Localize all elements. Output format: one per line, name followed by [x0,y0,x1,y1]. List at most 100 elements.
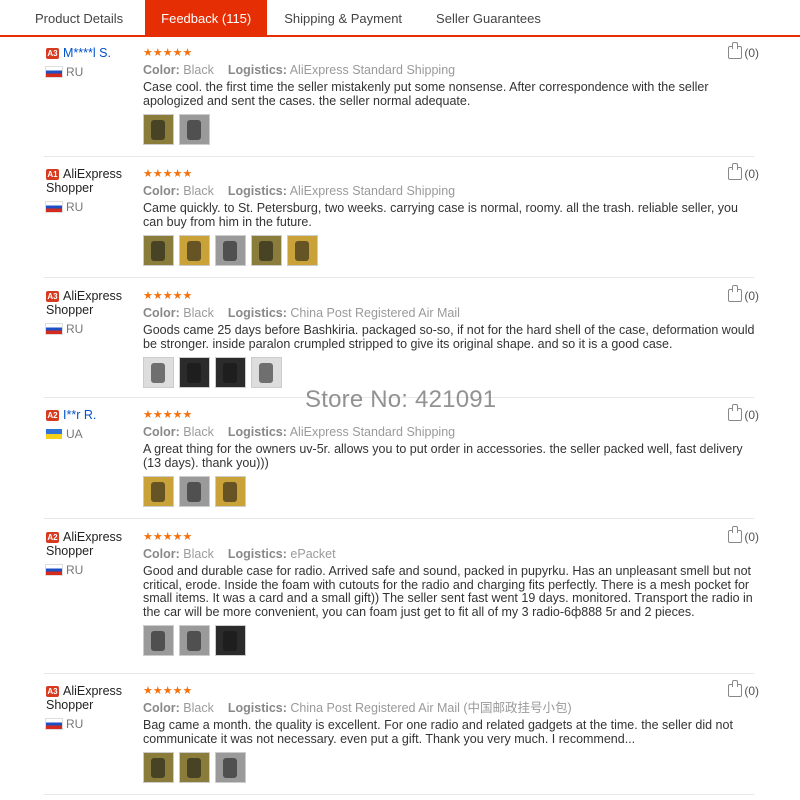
helpful-button[interactable]: (0) [728,526,759,544]
order-info: Color: Black Logistics: AliExpress Standa… [143,63,456,77]
review-photo[interactable] [143,752,174,784]
helpful-button[interactable]: (0) [728,163,759,181]
flag-icon [46,429,62,439]
reviewer-country: RU [46,717,138,731]
review-photo[interactable] [143,476,174,508]
level-badge: A3 [46,291,59,302]
review-text: A great thing for the owners uv-5r. allo… [143,442,743,470]
thumbs-up-icon [728,526,743,543]
tab-bar: Product Details Feedback (115) Shipping … [0,0,800,37]
reviewer-info: A3 AliExpress Shopper RU [46,684,138,731]
review-photo[interactable] [179,476,210,508]
review-text: Good and durable case for radio. Arrived… [143,564,753,619]
tab-shipping-payment[interactable]: Shipping & Payment [267,0,419,35]
reviewer-name[interactable]: A3 AliExpress Shopper [46,289,138,317]
flag-icon [46,324,62,334]
helpful-button[interactable]: (0) [728,285,759,303]
review-photos [143,476,755,508]
helpful-button[interactable]: (0) [728,42,759,60]
flag-icon [46,202,62,212]
review-body: ★★★★★ Color: Black Logistics: AliExpress … [143,408,755,508]
reviewer-info: A2 I**r R. UA [46,408,138,441]
review-photo[interactable] [143,357,174,389]
reviewer-country: RU [46,322,138,336]
review-photo[interactable] [287,235,318,267]
review-text: Case cool. the first time the seller mis… [143,80,709,108]
reviewer-info: A1 AliExpress Shopper RU [46,167,138,214]
level-badge: A2 [46,532,59,543]
tab-feedback[interactable]: Feedback (115) [145,0,268,37]
review-photos [143,625,755,657]
review-text: Goods came 25 days before Bashkiria. pac… [143,323,755,351]
review-photo[interactable] [215,625,246,657]
reviewer-country: RU [46,200,138,214]
level-badge: A1 [46,169,59,180]
review-photo[interactable] [143,235,174,267]
review-photo[interactable] [179,625,210,657]
thumbs-up-icon [728,42,743,59]
review-photos [143,752,755,784]
review-photos [143,235,755,267]
divider [44,794,754,795]
review-photo[interactable] [215,752,246,784]
reviewer-info: A3 AliExpress Shopper RU [46,289,138,336]
star-rating: ★★★★★ [143,531,193,543]
reviewer-info: A2 AliExpress Shopper RU [46,530,138,577]
reviewer-name[interactable]: A2 AliExpress Shopper [46,530,138,558]
level-badge: A2 [46,410,59,421]
review-photo[interactable] [215,235,246,267]
order-info: Color: Black Logistics: China Post Regist… [143,306,460,320]
thumbs-up-icon [728,285,743,302]
reviewer-country: RU [46,563,138,577]
divider [44,673,754,674]
review-photo[interactable] [215,476,246,508]
level-badge: A3 [46,686,59,697]
review-photo[interactable] [251,357,282,389]
helpful-button[interactable]: (0) [728,404,759,422]
order-info: Color: Black Logistics: AliExpress Standa… [143,425,456,439]
review-photos [143,357,755,389]
reviewer-info: A3 M****l S. RU [46,46,138,79]
divider [44,156,754,157]
order-info: Color: Black Logistics: ePacket [143,547,336,561]
review-photo[interactable] [215,357,246,389]
order-info: Color: Black Logistics: China Post Regist… [143,701,572,715]
review-photo[interactable] [179,357,210,389]
review-body: ★★★★★ Color: Black Logistics: AliExpress … [143,167,755,267]
level-badge: A3 [46,48,59,59]
thumbs-up-icon [728,680,743,697]
flag-icon [46,565,62,575]
store-watermark: Store No: 421091 [305,386,497,413]
helpful-button[interactable]: (0) [728,680,759,698]
review-photo[interactable] [179,752,210,784]
divider [44,277,754,278]
thumbs-up-icon [728,404,743,421]
review-photo[interactable] [143,114,174,146]
review-photo[interactable] [179,235,210,267]
review-body: ★★★★★ Color: Black Logistics: China Post … [143,289,755,389]
star-rating: ★★★★★ [143,290,193,302]
flag-icon [46,719,62,729]
review-photo[interactable] [251,235,282,267]
reviewer-name[interactable]: A1 AliExpress Shopper [46,167,138,195]
tab-seller-guarantees[interactable]: Seller Guarantees [419,0,558,35]
reviewer-country: RU [46,65,138,79]
review-text: Bag came a month. the quality is excelle… [143,718,733,746]
reviewer-name[interactable]: A3 AliExpress Shopper [46,684,138,712]
star-rating: ★★★★★ [143,168,193,180]
reviewer-country: UA [46,427,138,441]
review-photo[interactable] [179,114,210,146]
order-info: Color: Black Logistics: AliExpress Standa… [143,184,456,198]
review-body: ★★★★★ Color: Black Logistics: AliExpress … [143,46,755,146]
flag-icon [46,67,62,77]
divider [44,518,754,519]
star-rating: ★★★★★ [143,47,193,59]
reviewer-name[interactable]: A3 M****l S. [46,46,138,60]
reviewer-name[interactable]: A2 I**r R. [46,408,138,422]
tab-product-details[interactable]: Product Details [0,0,145,35]
thumbs-up-icon [728,163,743,180]
review-photos [143,114,755,146]
review-photo[interactable] [143,625,174,657]
star-rating: ★★★★★ [143,685,193,697]
review-body: ★★★★★ Color: Black Logistics: China Post … [143,684,755,784]
